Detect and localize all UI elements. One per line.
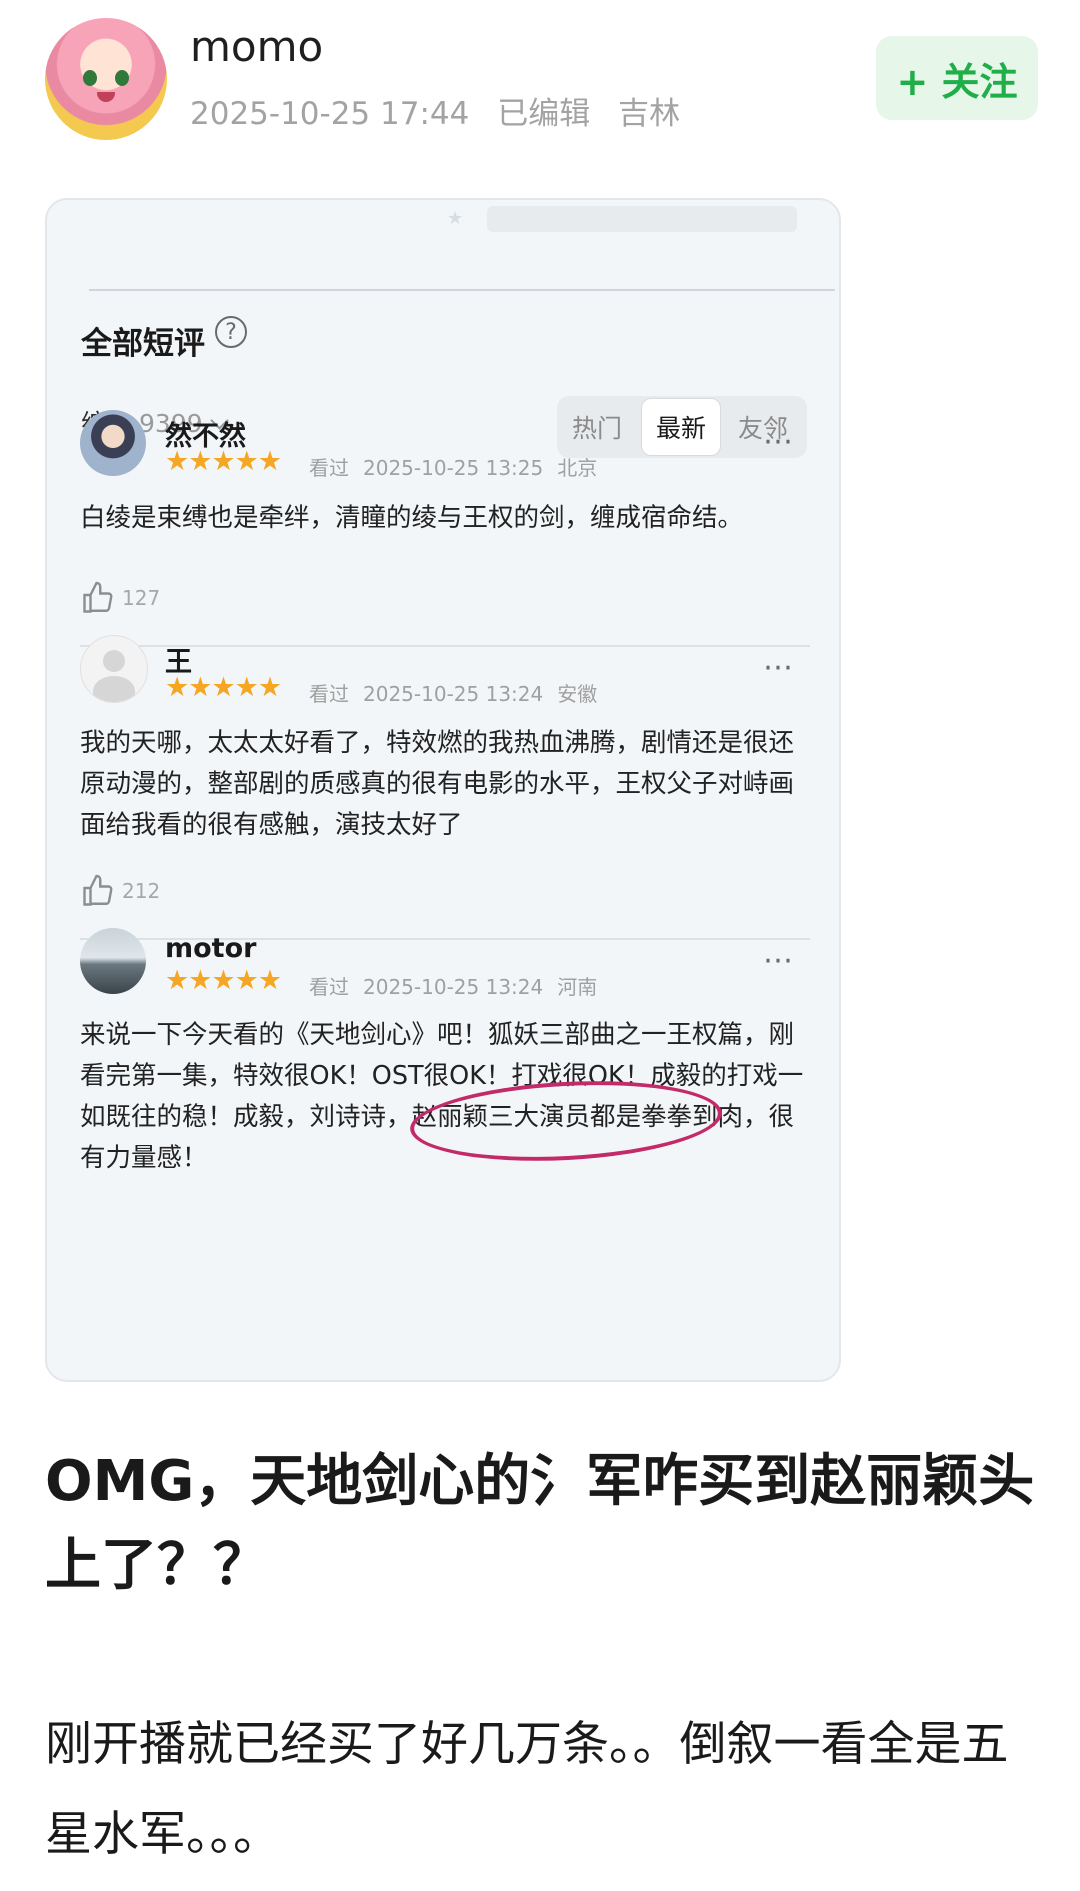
divider [89,289,835,291]
thumbs-up-icon [83,581,113,613]
review-meta: 看过 2025-10-25 13:25 北京 [309,452,611,481]
avatar-eye [115,70,129,86]
more-icon: ⋯ [763,650,794,685]
review-meta: 看过 2025-10-25 13:24 安徽 [309,678,611,707]
review-time: 2025-10-25 13:25 [363,456,544,480]
more-icon: ⋯ [763,424,794,459]
review-status: 看过 [309,975,349,999]
rating-stars: ★★★★★ [165,965,282,996]
avatar-eye [83,70,97,86]
tab-latest: 最新 [641,398,721,456]
rating-stars: ★★★★★ [165,672,282,703]
tab-hot: 热门 [571,414,622,443]
author-name[interactable]: momo [190,22,323,71]
reviewer-avatar [80,410,146,476]
review-location: 北京 [557,456,598,480]
review-status: 看过 [309,456,349,480]
review-location: 安徽 [557,682,598,706]
post-headline: OMG，天地剑心的氵军咋买到赵丽颖头上了？？ [45,1449,1035,1598]
review-time: 2025-10-25 13:24 [363,975,544,999]
review-status: 看过 [309,682,349,706]
post-body: 刚开播就已经买了好几万条。。倒叙一看全是五星水军。。。 [45,1717,1009,1862]
default-avatar-head [103,650,125,672]
help-icon: ? [215,316,247,348]
like-button: 212 [80,873,160,909]
faded-header [487,206,797,232]
thumbs-up-icon [83,874,113,906]
review-text: 我的天哪，太太太好看了，特效燃的我热血沸腾，剧情还是很还原动漫的，整部剧的质感真… [80,728,795,840]
reviewer-avatar [80,635,148,703]
more-icon: ⋯ [763,943,794,978]
rating-stars: ★★★★★ [165,446,282,477]
reviewer-name: motor [165,933,257,964]
author-avatar[interactable] [45,18,167,140]
avatar-mouth [97,92,115,102]
default-avatar-body [93,676,135,702]
like-count: 127 [122,586,161,610]
like-count: 212 [122,879,161,903]
reviewer-avatar [80,928,146,994]
review-meta: 看过 2025-10-25 13:24 河南 [309,971,611,1000]
post-edited: 已编辑 [497,96,591,132]
embedded-screenshot[interactable]: ★ 全部短评 ? 综合9399 热门 最新 友邻 然不然 ★★★★★ 看过202… [45,198,841,1382]
star-icon: ★ [447,208,464,229]
review-time: 2025-10-25 13:24 [363,682,544,706]
follow-button[interactable]: + 关注 [876,36,1038,120]
review-location: 河南 [557,975,598,999]
post-location: 吉林 [618,96,681,132]
section-title: 全部短评 [81,326,205,362]
review-text: 白绫是束缚也是牵绊，清瞳的绫与王权的剑，缠成宿命结。 [80,503,744,533]
like-button: 127 [80,580,160,616]
post-timestamp: 2025-10-25 17:44 [190,96,470,132]
post-meta: 2025-10-25 17:44 已编辑 吉林 [190,88,698,133]
